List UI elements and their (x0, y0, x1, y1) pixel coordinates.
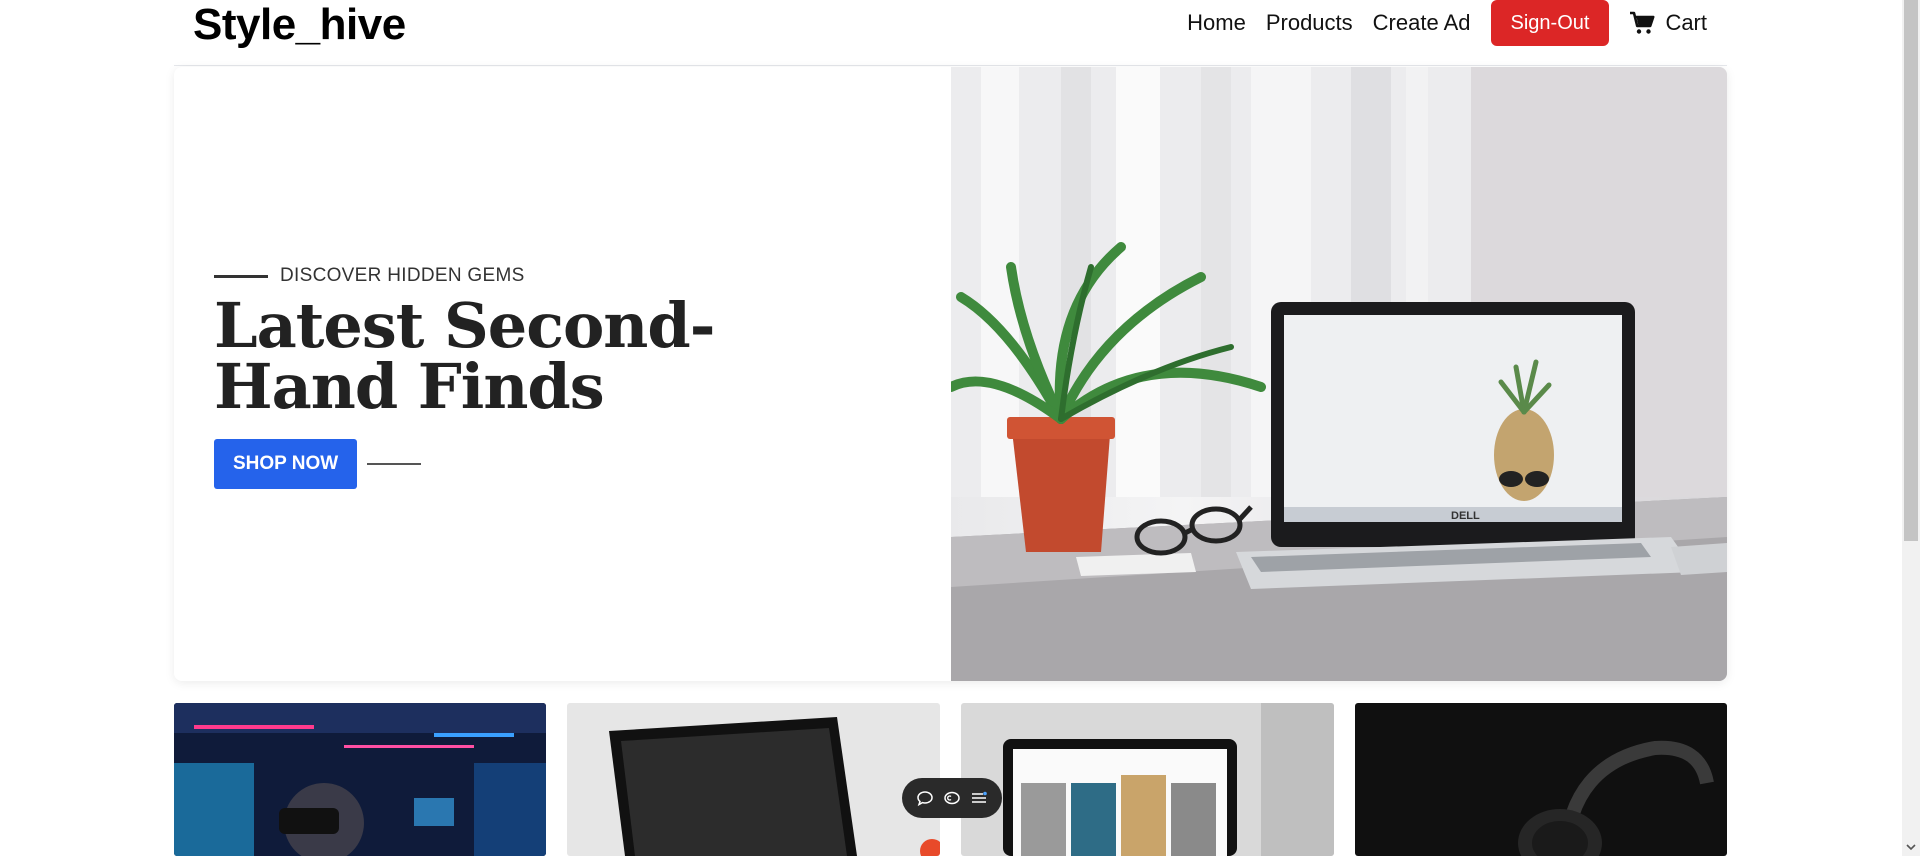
vr-gaming-image (174, 703, 546, 856)
scrollbar-thumb[interactable] (1904, 0, 1918, 541)
laptop-brand: DELL (1451, 510, 1480, 522)
shop-now-button[interactable]: SHOP NOW (214, 439, 358, 489)
desk-laptop-plant-image: DELL (951, 67, 1727, 681)
product-card-art-tablet[interactable] (961, 703, 1334, 856)
caption-icon[interactable] (942, 788, 962, 808)
cta-divider (367, 463, 422, 465)
product-card-tablet[interactable] (567, 703, 940, 856)
hero-banner: DISCOVER HIDDEN GEMS Latest Second-Hand … (174, 67, 1727, 681)
cart-link[interactable]: Cart (1629, 10, 1707, 36)
hero-title: Latest Second-Hand Finds (214, 289, 715, 423)
headphones-image (1355, 703, 1727, 856)
chat-icon[interactable] (915, 788, 935, 808)
site-header: Style_hive Home Products Create Ad Sign-… (174, 0, 1727, 66)
nav-products[interactable]: Products (1266, 10, 1353, 36)
hero-text-panel: DISCOVER HIDDEN GEMS Latest Second-Hand … (174, 67, 951, 681)
art-tablet-image (961, 703, 1334, 856)
nav-home[interactable]: Home (1187, 10, 1246, 36)
eyebrow-divider (214, 274, 268, 278)
hero-cta-row: SHOP NOW (214, 439, 422, 489)
hero-eyebrow-text: DISCOVER HIDDEN GEMS (280, 265, 525, 286)
product-card-headphones[interactable] (1355, 703, 1727, 856)
hero-image: DELL (951, 67, 1727, 681)
sign-out-button[interactable]: Sign-Out (1490, 0, 1610, 46)
brand-logo[interactable]: Style_hive (193, 2, 406, 48)
scroll-down-arrow-icon[interactable] (1906, 842, 1916, 852)
nav-create-ad[interactable]: Create Ad (1373, 10, 1471, 36)
list-icon[interactable] (969, 788, 989, 808)
cart-icon (1630, 11, 1655, 34)
floating-toolbar (902, 778, 1002, 818)
cart-label: Cart (1665, 10, 1707, 35)
main-nav: Home Products Create Ad Sign-Out Cart (1187, 0, 1707, 46)
product-card-vr[interactable] (174, 703, 546, 856)
tablet-image (567, 703, 940, 856)
page-scrollbar[interactable] (1902, 0, 1920, 856)
hero-eyebrow: DISCOVER HIDDEN GEMS (214, 265, 525, 287)
